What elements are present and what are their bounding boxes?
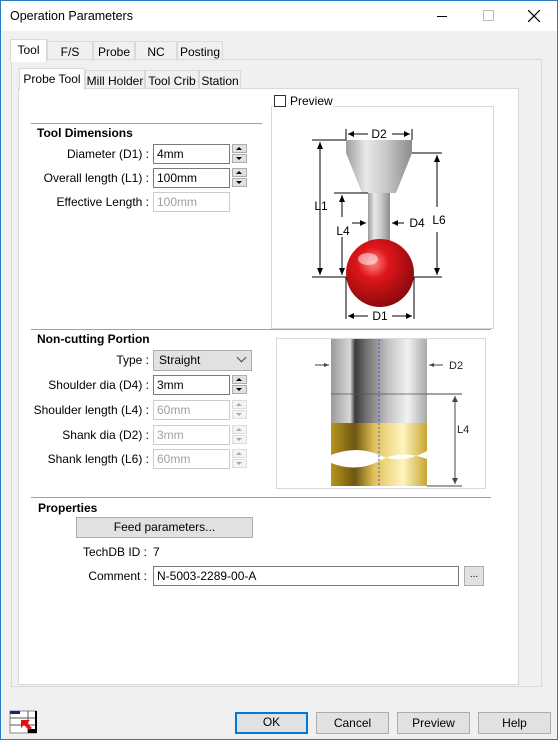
subtab-probe-tool[interactable]: Probe Tool <box>19 68 85 90</box>
comment-browse-button[interactable]: ... <box>464 566 484 586</box>
non-cutting-title: Non-cutting Portion <box>37 332 150 346</box>
shank-dia-label: Shank dia (D2) : <box>62 428 149 442</box>
shank-length-input: 60mm <box>153 449 230 469</box>
preview-button[interactable]: Preview <box>397 712 470 734</box>
type-select-value: Straight <box>159 353 201 367</box>
d2-label: D2 <box>449 360 463 372</box>
spin-up-icon[interactable] <box>232 375 247 384</box>
cancel-button[interactable]: Cancel <box>316 712 389 734</box>
type-label: Type : <box>116 353 149 367</box>
shoulder-dia-input[interactable]: 3mm <box>153 375 230 395</box>
tab-label: Posting <box>179 45 221 59</box>
shank-dia-input: 3mm <box>153 425 230 445</box>
l4-label: L4 <box>457 424 469 436</box>
close-button[interactable] <box>511 1 557 31</box>
operation-parameters-dialog: Operation Parameters Tool F/S Probe NC P… <box>0 0 558 740</box>
preview-checkbox-label: Preview <box>290 94 333 108</box>
diameter-label: Diameter (D1) : <box>66 147 149 161</box>
effective-length-label: Effective Length : <box>56 195 149 209</box>
minimize-button[interactable] <box>419 1 465 31</box>
spin-down-icon[interactable] <box>232 178 247 187</box>
tab-label: Tool <box>17 43 40 57</box>
shoulder-dia-spinner[interactable] <box>232 375 247 395</box>
spin-up-icon[interactable] <box>232 144 247 153</box>
effective-length-input: 100mm <box>153 192 230 212</box>
subtab-label: Tool Crib <box>148 74 196 88</box>
shank-length-spinner <box>232 449 247 469</box>
comment-label: Comment : <box>88 569 147 583</box>
l6-label: L6 <box>432 213 446 227</box>
shoulder-length-spinner <box>232 400 247 420</box>
probe-ball <box>346 239 414 307</box>
tab-label: NC <box>147 45 165 59</box>
preview-checkbox[interactable] <box>274 95 286 107</box>
d4-label: D4 <box>409 216 425 230</box>
window-title: Operation Parameters <box>10 9 133 23</box>
tab-nc[interactable]: NC <box>135 41 177 61</box>
close-icon <box>528 10 540 22</box>
tool-table-icon[interactable] <box>8 710 40 734</box>
spin-up-icon[interactable] <box>232 168 247 177</box>
chevron-down-icon <box>236 352 247 363</box>
diameter-spinner[interactable] <box>232 144 247 164</box>
shoulder-length-label: Shoulder length (L4) : <box>33 403 149 417</box>
tab-posting[interactable]: Posting <box>177 41 223 61</box>
spin-down-icon <box>232 410 247 419</box>
spin-down-icon <box>232 435 247 444</box>
tab-probe[interactable]: Probe <box>93 41 135 61</box>
tab-fs[interactable]: F/S <box>47 41 93 61</box>
subtab-label: Station <box>201 74 239 88</box>
shank-diagram: D2 L4 <box>276 338 486 489</box>
d1-label: D1 <box>372 309 388 323</box>
subtab-mill-holder[interactable]: Mill Holder <box>85 70 145 90</box>
properties-title: Properties <box>38 501 98 515</box>
tab-label: Probe <box>97 45 131 59</box>
d2-label: D2 <box>371 127 387 141</box>
spin-down-icon <box>232 459 247 468</box>
subtab-label: Probe Tool <box>23 72 81 86</box>
techdb-id-label: TechDB ID : <box>82 545 147 559</box>
subtab-station[interactable]: Station <box>199 70 241 90</box>
feed-parameters-button[interactable]: Feed parameters... <box>76 517 253 538</box>
ok-button[interactable]: OK <box>235 712 308 734</box>
overall-length-input[interactable]: 100mm <box>153 168 230 188</box>
overall-length-spinner[interactable] <box>232 168 247 188</box>
subtab-label: Mill Holder <box>86 74 144 88</box>
diameter-input[interactable]: 4mm <box>153 144 230 164</box>
comment-input[interactable]: N-5003-2289-00-A <box>153 566 459 586</box>
shoulder-length-input: 60mm <box>153 400 230 420</box>
techdb-id-value: 7 <box>153 545 160 559</box>
shoulder-dia-label: Shoulder dia (D4) : <box>48 378 149 392</box>
tab-label: F/S <box>60 45 80 59</box>
probe-diagram: D2 L1 L4 D4 L6 D1 <box>271 106 494 329</box>
shank-length-label: Shank length (L6) : <box>47 452 149 466</box>
spin-up-icon <box>232 449 247 458</box>
preview-checkbox-row[interactable]: Preview <box>273 94 333 110</box>
divider <box>31 329 491 330</box>
tool-dimensions-title: Tool Dimensions <box>37 126 133 140</box>
l1-label: L1 <box>314 199 328 213</box>
title-bar: Operation Parameters <box>1 1 557 31</box>
spin-down-icon[interactable] <box>232 385 247 394</box>
subtab-tool-crib[interactable]: Tool Crib <box>145 70 199 90</box>
overall-length-label: Overall length (L1) : <box>43 171 149 185</box>
divider <box>31 497 491 498</box>
maximize-button[interactable] <box>465 1 511 31</box>
spin-up-icon <box>232 400 247 409</box>
tab-tool[interactable]: Tool <box>10 39 47 62</box>
divider <box>31 123 262 124</box>
help-button[interactable]: Help <box>478 712 551 734</box>
shank-dia-spinner <box>232 425 247 445</box>
spin-down-icon[interactable] <box>232 154 247 163</box>
type-select[interactable]: Straight <box>153 350 252 371</box>
spin-up-icon <box>232 425 247 434</box>
l4-label: L4 <box>336 224 350 238</box>
